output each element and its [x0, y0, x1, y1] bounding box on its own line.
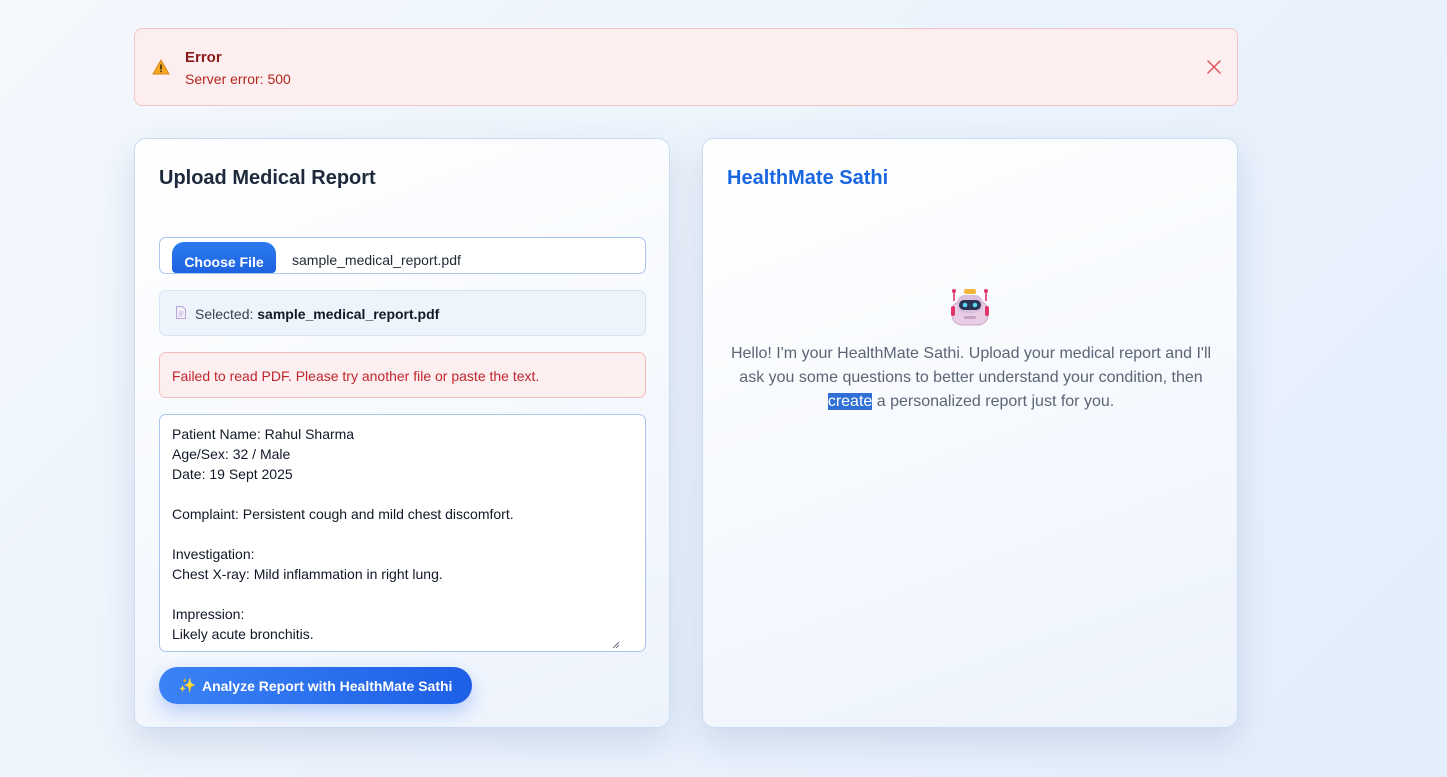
choose-file-button[interactable]: Choose File [172, 242, 276, 273]
report-textarea[interactable]: Patient Name: Rahul Sharma Age/Sex: 32 /… [159, 414, 646, 652]
selected-file-name: sample_medical_report.pdf [257, 306, 440, 322]
pdf-error-message: Failed to read PDF. Please try another f… [172, 368, 540, 384]
welcome-message: Hello! I'm your HealthMate Sathi. Upload… [725, 342, 1217, 414]
selected-file-info: Selected: sample_medical_report.pdf [159, 290, 646, 336]
analyze-button-label: Analyze Report with HealthMate Sathi [201, 677, 453, 694]
welcome-text-part-2: a personalized report just for you. [872, 393, 1115, 410]
document-icon [176, 306, 186, 319]
chosen-file-name: sample_medical_report.pdf [292, 252, 461, 268]
robot-icon [951, 289, 989, 326]
error-texts: Error Server error: 500 [185, 48, 291, 88]
sparkles-icon: ✨ [178, 677, 196, 693]
selected-file-text: Selected: sample_medical_report.pdf [195, 306, 439, 322]
pdf-error-alert: Failed to read PDF. Please try another f… [159, 352, 646, 398]
file-input[interactable]: Choose File sample_medical_report.pdf [159, 237, 646, 274]
error-title: Error [185, 49, 222, 66]
selected-prefix: Selected: [195, 306, 254, 322]
analyze-report-button[interactable]: ✨ Analyze Report with HealthMate Sathi [159, 667, 472, 704]
welcome-text-part-1: Hello! I'm your HealthMate Sathi. Upload… [730, 345, 1212, 386]
resize-handle-icon[interactable] [612, 641, 620, 649]
close-icon[interactable] [1207, 60, 1221, 74]
chat-panel: HealthMate Sathi Hello! I'm your HealthM… [702, 138, 1238, 728]
upload-panel-title: Upload Medical Report [159, 167, 376, 189]
welcome-selected-word: create [827, 393, 873, 410]
error-banner: Error Server error: 500 [134, 28, 1238, 106]
upload-panel: Upload Medical Report Choose File sample… [134, 138, 670, 728]
chat-panel-title: HealthMate Sathi [727, 167, 889, 189]
error-message: Server error: 500 [185, 71, 291, 87]
warning-icon [152, 59, 170, 75]
